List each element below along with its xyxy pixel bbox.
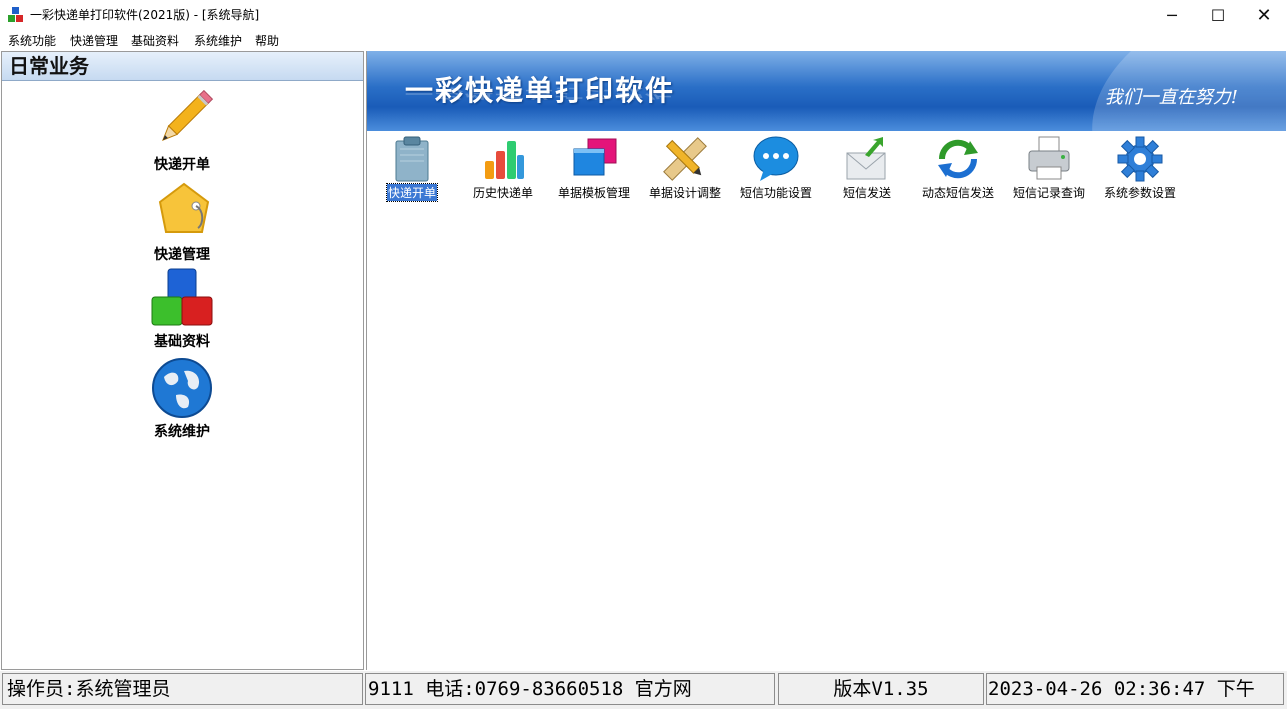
menu-system-functions[interactable]: 系统功能 xyxy=(8,33,56,49)
nav-label: 快递开单 xyxy=(154,157,210,173)
status-version: 版本V1.35 xyxy=(778,673,984,705)
nav-item-system-maintenance[interactable]: 系统维护 xyxy=(132,357,232,441)
toolbar-system-params[interactable]: 系统参数设置 xyxy=(1095,135,1185,201)
gear-icon xyxy=(1116,135,1164,183)
toolbar-label: 历史快递单 xyxy=(472,186,533,200)
toolbar-label: 单据模板管理 xyxy=(557,186,630,200)
toolbar-label: 短信功能设置 xyxy=(739,186,812,200)
globe-icon xyxy=(150,357,214,419)
main-panel: 一彩快递单打印软件 一彩快递单打印软件 我们一直在努力! 快递开单 历史快递单 … xyxy=(366,51,1286,670)
envelope-send-icon xyxy=(843,135,891,183)
left-nav-panel: 日常业务 快递开单 快递管理 基础资料 系统维护 xyxy=(1,51,364,670)
menu-express-management[interactable]: 快递管理 xyxy=(70,33,118,49)
status-operator: 操作员:系统管理员 xyxy=(2,673,363,705)
printer-icon xyxy=(1025,135,1073,183)
nav-label: 系统维护 xyxy=(154,424,210,440)
toolbar-label: 系统参数设置 xyxy=(1103,186,1176,200)
toolbar-label: 动态短信发送 xyxy=(921,186,994,200)
close-button[interactable]: ✕ xyxy=(1241,0,1287,31)
minimize-button[interactable]: ─ xyxy=(1149,0,1195,31)
app-icon xyxy=(8,7,24,23)
menu-bar: 系统功能 快递管理 基础资料 系统维护 帮助 xyxy=(0,31,1287,51)
status-bar: 操作员:系统管理员 9111 电话:0769-83660518 官方网 版本V1… xyxy=(0,671,1287,709)
menu-system-maintenance[interactable]: 系统维护 xyxy=(194,33,242,49)
toolbar-label: 短信发送 xyxy=(842,186,891,200)
nav-item-basic-data[interactable]: 基础资料 xyxy=(132,267,232,351)
pencil-icon xyxy=(150,89,214,152)
window-title: 一彩快递单打印软件(2021版) - [系统导航] xyxy=(30,8,260,22)
title-bar: 一彩快递单打印软件(2021版) - [系统导航] ─ ☐ ✕ xyxy=(0,0,1287,31)
toolbar-label: 单据设计调整 xyxy=(648,186,721,200)
toolbar-sms-send[interactable]: 短信发送 xyxy=(822,135,912,201)
banner-title-reflection: 一彩快递单打印软件 xyxy=(405,85,676,101)
status-contact: 9111 电话:0769-83660518 官方网 xyxy=(365,673,775,705)
bar-chart-icon xyxy=(479,135,527,183)
toolbar-sms-records[interactable]: 短信记录查询 xyxy=(1004,135,1094,201)
blocks-icon xyxy=(150,267,214,329)
toolbar-sms-settings[interactable]: 短信功能设置 xyxy=(731,135,821,201)
toolbar-history[interactable]: 历史快递单 xyxy=(458,135,548,201)
nav-label: 基础资料 xyxy=(154,334,210,350)
toolbar-express-order[interactable]: 快递开单 xyxy=(367,135,457,202)
clipboard-icon xyxy=(388,135,436,183)
status-datetime: 2023-04-26 02:36:47 下午 xyxy=(986,673,1284,705)
tag-icon xyxy=(150,180,214,242)
toolbar-dynamic-sms[interactable]: 动态短信发送 xyxy=(913,135,1003,201)
ruler-pencil-icon xyxy=(661,135,709,183)
windows-icon xyxy=(570,135,618,183)
toolbar-label: 短信记录查询 xyxy=(1012,186,1085,200)
toolbar-template-management[interactable]: 单据模板管理 xyxy=(549,135,639,201)
banner-slogan: 我们一直在努力! xyxy=(1104,87,1238,108)
nav-item-express-management[interactable]: 快递管理 xyxy=(132,180,232,264)
chat-bubble-icon xyxy=(752,135,800,183)
toolbar-design-adjust[interactable]: 单据设计调整 xyxy=(640,135,730,201)
toolbar-label: 快递开单 xyxy=(385,183,439,202)
left-panel-header: 日常业务 xyxy=(2,52,363,81)
nav-label: 快递管理 xyxy=(154,247,210,263)
nav-item-express-order[interactable]: 快递开单 xyxy=(132,89,232,174)
banner: 一彩快递单打印软件 一彩快递单打印软件 我们一直在努力! xyxy=(367,51,1286,131)
refresh-icon xyxy=(934,135,982,183)
menu-basic-data[interactable]: 基础资料 xyxy=(131,33,179,49)
menu-help[interactable]: 帮助 xyxy=(255,33,279,49)
maximize-button[interactable]: ☐ xyxy=(1195,0,1241,31)
